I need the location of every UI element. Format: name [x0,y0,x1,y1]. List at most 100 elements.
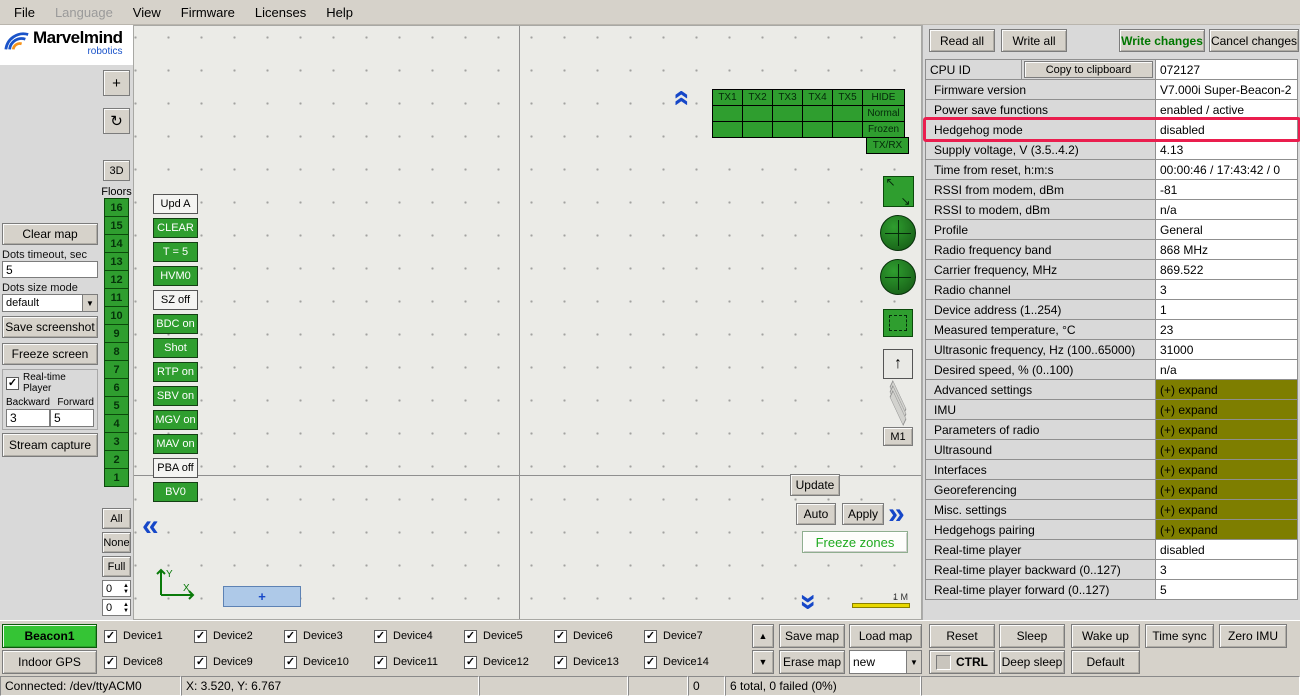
realtime-player-checkbox[interactable] [6,377,19,390]
device-list-up-button[interactable]: ▲ [752,624,774,648]
checkbox-icon[interactable] [464,630,477,643]
read-all-button[interactable]: Read all [929,29,995,52]
param-value-cpu-id[interactable]: 072127 [1155,59,1298,80]
tx-header-tx2[interactable]: TX2 [742,89,773,106]
checkbox-icon[interactable] [374,656,387,669]
menu-item-firmware[interactable]: Firmware [171,0,245,24]
backward-input[interactable] [6,409,50,427]
device-toggle-device9[interactable]: Device9 [194,656,284,669]
clear-map-button[interactable]: Clear map [2,223,98,245]
map-button-hvm0[interactable]: HVM0 [153,266,198,286]
tx-cell[interactable] [802,121,833,138]
copy-to-clipboard-button[interactable]: Copy to clipboard [1024,61,1153,78]
freeze-screen-button[interactable]: Freeze screen [2,343,98,365]
param-value-misc-settings[interactable]: (+) expand [1155,499,1298,520]
floor-button-16[interactable]: 16 [104,198,129,217]
apply-button[interactable]: Apply [842,503,884,525]
write-all-button[interactable]: Write all [1001,29,1067,52]
tx-normal-button[interactable]: Normal [862,105,905,122]
param-value-device-address-1-254[interactable]: 1 [1155,299,1298,320]
beacon-marker-icon[interactable] [880,259,916,295]
menu-item-file[interactable]: File [4,0,45,24]
floors-all-button[interactable]: All [102,508,131,529]
floor-button-10[interactable]: 10 [104,306,129,325]
param-value-time-from-reset-h-m-s[interactable]: 00:00:46 / 17:43:42 / 0 [1155,159,1298,180]
tx-frozen-button[interactable]: Frozen [862,121,905,138]
scroll-down-icon[interactable]: « [794,594,818,611]
floor-button-9[interactable]: 9 [104,324,129,343]
tx-cell[interactable] [712,121,743,138]
floor-button-5[interactable]: 5 [104,396,129,415]
erase-map-button[interactable]: Erase map [779,650,845,674]
map-button-sbv-on[interactable]: SBV on [153,386,198,406]
param-value-firmware-version[interactable]: V7.000i Super-Beacon-2 [1155,79,1298,100]
floor-button-11[interactable]: 11 [104,288,129,307]
beacon-marker-icon[interactable] [880,215,916,251]
floor-button-8[interactable]: 8 [104,342,129,361]
floor-button-6[interactable]: 6 [104,378,129,397]
forward-input[interactable] [50,409,94,427]
param-value-ultrasonic-frequency-hz-100-65000[interactable]: 31000 [1155,339,1298,360]
floor-spinner-top[interactable]: 0 ▲▼ [102,580,131,597]
map-button-pba-off[interactable]: PBA off [153,458,198,478]
zero-imu-button[interactable]: Zero IMU [1219,624,1287,648]
device-toggle-device3[interactable]: Device3 [284,630,374,643]
param-value-imu[interactable]: (+) expand [1155,399,1298,420]
beacon1-tab[interactable]: Beacon1 [2,624,97,648]
device-toggle-device11[interactable]: Device11 [374,656,464,669]
param-value-profile[interactable]: General [1155,219,1298,240]
sleep-button[interactable]: Sleep [999,624,1065,648]
param-value-power-save-functions[interactable]: enabled / active [1155,99,1298,120]
floor-button-15[interactable]: 15 [104,216,129,235]
device-toggle-device12[interactable]: Device12 [464,656,554,669]
floor-button-3[interactable]: 3 [104,432,129,451]
stream-capture-button[interactable]: Stream capture [2,433,98,457]
default-button[interactable]: Default [1071,650,1140,674]
tx-cell[interactable] [772,105,803,122]
checkbox-icon[interactable] [104,656,117,669]
scroll-right-icon[interactable]: « [888,502,905,526]
map-button-bdc-on[interactable]: BDC on [153,314,198,334]
checkbox-icon[interactable] [194,630,207,643]
spinner-arrows-icon[interactable]: ▲▼ [123,602,130,614]
param-value-real-time-player[interactable]: disabled [1155,539,1298,560]
3d-view-button[interactable]: 3D [103,160,130,181]
map-button-rtp-on[interactable]: RTP on [153,362,198,382]
param-value-georeferencing[interactable]: (+) expand [1155,479,1298,500]
checkbox-icon[interactable] [554,630,567,643]
param-value-parameters-of-radio[interactable]: (+) expand [1155,419,1298,440]
param-value-carrier-frequency-mhz[interactable]: 869.522 [1155,259,1298,280]
dots-timeout-input[interactable] [2,261,98,278]
tx-cell[interactable] [742,121,773,138]
map-button-mav-on[interactable]: MAV on [153,434,198,454]
map-canvas[interactable]: Upd ACLEART = 5HVM0SZ offBDC onShotRTP o… [133,25,922,620]
floors-none-button[interactable]: None [102,532,131,553]
map-button-clear[interactable]: CLEAR [153,218,198,238]
param-value-real-time-player-backward-0-127[interactable]: 3 [1155,559,1298,580]
device-toggle-device6[interactable]: Device6 [554,630,644,643]
menu-item-licenses[interactable]: Licenses [245,0,316,24]
param-value-measured-temperature-c[interactable]: 23 [1155,319,1298,340]
ctrl-checkbox[interactable] [936,655,951,670]
floor-button-2[interactable]: 2 [104,450,129,469]
time-sync-button[interactable]: Time sync [1145,624,1214,648]
orientation-up-icon[interactable]: ↑ [883,349,913,379]
map-button-sz-off[interactable]: SZ off [153,290,198,310]
checkbox-icon[interactable] [284,656,297,669]
load-map-button[interactable]: Load map [849,624,922,648]
floor-button-12[interactable]: 12 [104,270,129,289]
param-value-radio-frequency-band[interactable]: 868 MHz [1155,239,1298,260]
map-name-select[interactable]: new ▼ [849,650,922,674]
tx-header-tx1[interactable]: TX1 [712,89,743,106]
floor-button-1[interactable]: 1 [104,468,129,487]
m1-button[interactable]: M1 [883,427,913,446]
selection-zone-icon[interactable] [883,309,913,337]
menu-item-view[interactable]: View [123,0,171,24]
save-screenshot-button[interactable]: Save screenshot [2,316,98,338]
checkbox-icon[interactable] [644,630,657,643]
scroll-up-icon[interactable]: « [670,90,694,107]
checkbox-icon[interactable] [374,630,387,643]
add-submap-button[interactable]: + [223,586,301,607]
floor-button-7[interactable]: 7 [104,360,129,379]
map-button-bv0[interactable]: BV0 [153,482,198,502]
